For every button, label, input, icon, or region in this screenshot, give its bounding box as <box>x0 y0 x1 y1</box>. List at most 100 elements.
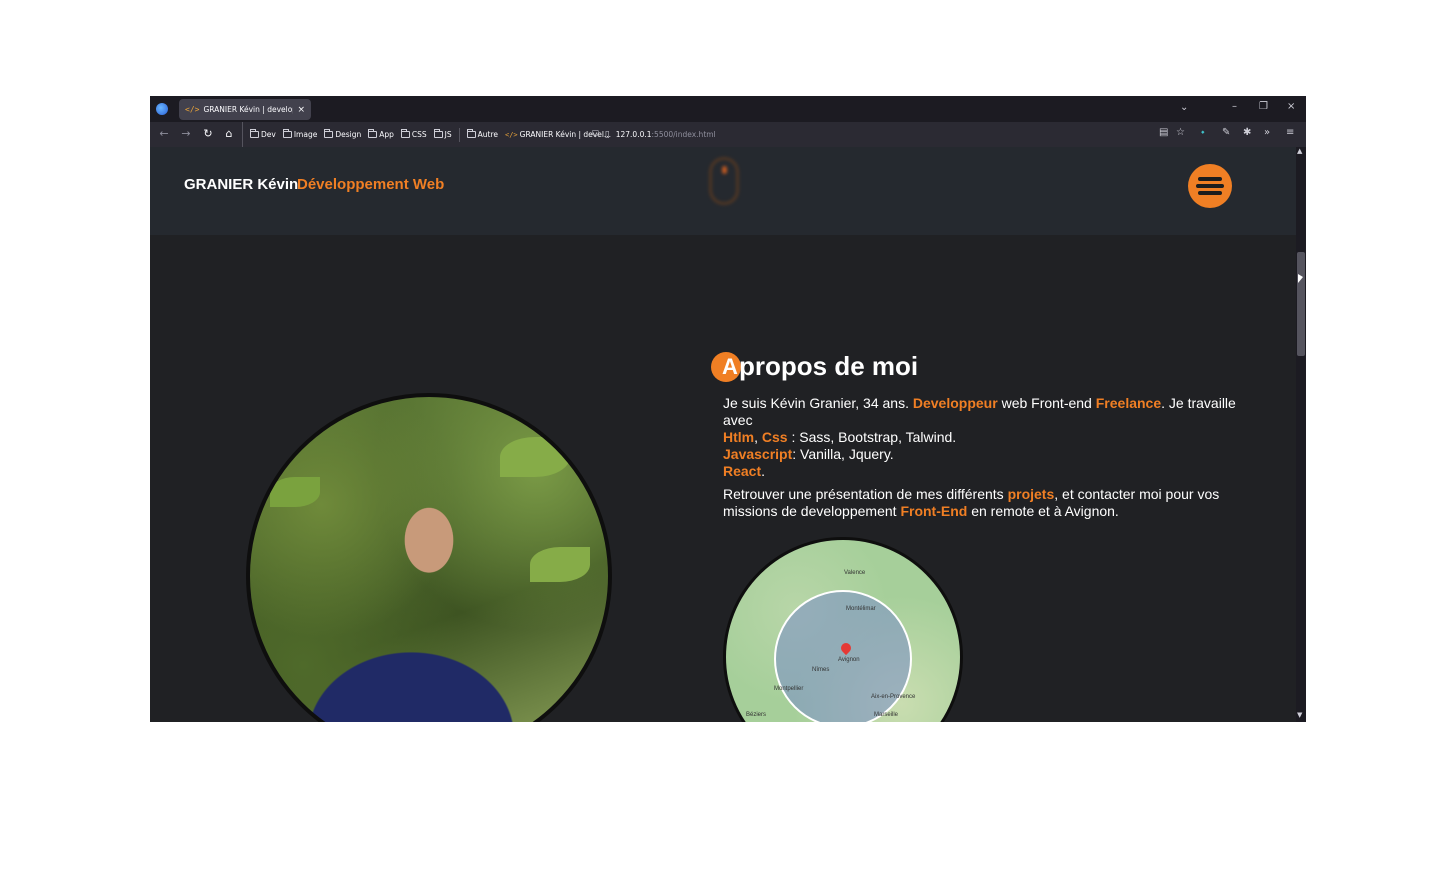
url-bar[interactable]: ⛉ ▯ 127.0.0.1:5500/index.html <box>592 126 1162 143</box>
map-label: Avignon <box>838 657 860 663</box>
close-icon[interactable]: × <box>297 105 305 115</box>
about-text: Je suis Kévin Granier, 34 ans. Developpe… <box>723 395 1238 526</box>
map-label: Aix-en-Provence <box>871 694 916 700</box>
back-icon[interactable]: ← <box>157 127 171 140</box>
pen-icon[interactable]: ✎ <box>1222 127 1230 138</box>
menu-icon[interactable]: ≡ <box>1286 127 1294 138</box>
chevron-down-icon[interactable]: ⌄ <box>1180 102 1188 113</box>
page-content: GRANIER Kévin Développement Web A propos… <box>150 147 1296 722</box>
site-header: GRANIER Kévin Développement Web <box>150 147 1296 235</box>
home-icon[interactable]: ⌂ <box>222 127 236 140</box>
scrollbar[interactable]: ▲ ▼ <box>1296 147 1306 722</box>
highlight: Developpeur <box>912 395 998 411</box>
navigation-bar: ← → ↻ ⌂ Dev Image Design App CSS JS Autr… <box>150 122 1306 147</box>
code-icon: </> <box>185 105 200 114</box>
window-close-icon[interactable]: × <box>1287 101 1295 112</box>
url-text[interactable]: 127.0.0.1:5500/index.html <box>616 130 716 139</box>
gear-icon[interactable]: ✱ <box>1243 127 1251 138</box>
folder-icon <box>324 129 334 138</box>
menu-bar-icon <box>1198 177 1222 181</box>
about-paragraph-2: Retrouver une présentation de mes différ… <box>723 486 1238 520</box>
text: Retrouver une présentation de mes différ… <box>723 486 1008 502</box>
mouse-cursor <box>1298 274 1303 283</box>
restore-icon[interactable]: ❐ <box>1259 101 1268 112</box>
folder-icon <box>250 129 259 138</box>
about-heading: A propos de moi <box>711 351 918 382</box>
text: web Front-end <box>997 395 1096 411</box>
hamburger-menu-button[interactable] <box>1188 164 1232 208</box>
highlight: Front-End <box>900 503 968 519</box>
map-label: Marseille <box>874 712 899 718</box>
bookmark-separator <box>458 127 460 142</box>
folder-icon <box>368 129 378 138</box>
bookmark-label: App <box>379 130 394 139</box>
menu-bar-icon <box>1196 184 1224 188</box>
profile-photo <box>246 393 612 722</box>
code-icon: </> <box>505 130 518 139</box>
tab-title: GRANIER Kévin | developpeur w <box>203 105 293 114</box>
bookmark-label: Autre <box>477 130 498 139</box>
scroll-down-icon[interactable]: ▼ <box>1297 711 1302 719</box>
map-label: Valence <box>844 570 866 576</box>
scroll-thumb[interactable] <box>1297 252 1305 356</box>
text: en remote et à Avignon. <box>967 503 1119 519</box>
reader-view-icon[interactable]: ▤ <box>1159 127 1168 138</box>
text: Je suis Kévin Granier, 34 ans. <box>723 395 913 411</box>
leaf-decoration <box>500 437 570 477</box>
bookmark-label: Image <box>293 130 318 139</box>
highlight: Htlm <box>723 429 755 445</box>
scroll-up-icon[interactable]: ▲ <box>1297 147 1302 155</box>
bookmark-label: CSS <box>411 130 427 139</box>
highlight: Freelance <box>1095 395 1162 411</box>
bookmark-label: Dev <box>261 130 276 139</box>
brand-subtitle: Développement Web <box>297 176 445 193</box>
url-path: :5500/index.html <box>651 130 716 139</box>
tab-active[interactable]: </> GRANIER Kévin | developpeur w × <box>179 99 311 120</box>
brand-name[interactable]: GRANIER Kévin <box>184 176 298 193</box>
bookmark-js[interactable]: JS <box>433 129 452 139</box>
mouse-scroll-icon <box>709 157 739 205</box>
reload-icon[interactable]: ↻ <box>201 127 215 140</box>
star-icon[interactable]: ☆ <box>1176 127 1185 138</box>
map-label: Béziers <box>746 712 767 718</box>
folder-icon <box>466 129 476 138</box>
title-text: propos de moi <box>739 351 919 381</box>
bookmark-image[interactable]: Image <box>282 129 318 139</box>
tab-bar: </> GRANIER Kévin | developpeur w × ⌄ – … <box>150 96 1306 122</box>
bookmark-design[interactable]: Design <box>324 129 362 139</box>
bookmark-dev[interactable]: Dev <box>250 129 276 139</box>
highlight: Javascript <box>723 446 793 462</box>
browser-window: </> GRANIER Kévin | developpeur w × ⌄ – … <box>150 96 1306 722</box>
extension-icon[interactable]: ⬩ <box>1201 127 1205 138</box>
text: : Vanilla, Jquery. <box>792 446 894 462</box>
bookmark-autre[interactable]: Autre <box>466 129 498 139</box>
text: : Sass, Bootstrap, Talwind. <box>787 429 957 445</box>
highlight: React <box>723 463 762 479</box>
menu-bar-icon <box>1198 191 1222 195</box>
overflow-icon[interactable]: » <box>1264 127 1270 138</box>
bookmarks-toolbar: Dev Image Design App CSS JS Autre </> GRA… <box>242 122 611 147</box>
minimize-icon[interactable]: – <box>1232 101 1237 112</box>
highlight: projets <box>1007 486 1055 502</box>
folder-icon <box>400 129 410 138</box>
shield-icon[interactable]: ⛉ <box>592 130 599 140</box>
about-paragraph-1: Je suis Kévin Granier, 34 ans. Developpe… <box>723 395 1238 480</box>
location-map: Valence Montélimar Avignon Nîmes Montpel… <box>723 537 963 722</box>
text: . <box>761 463 766 479</box>
leaf-decoration <box>530 547 590 582</box>
forward-icon[interactable]: → <box>179 127 193 140</box>
map-label: Montpellier <box>774 686 804 692</box>
page-icon[interactable]: ▯ <box>605 130 610 140</box>
bookmark-css[interactable]: CSS <box>400 129 427 139</box>
bookmark-app[interactable]: App <box>368 129 394 139</box>
title-initial: A <box>711 351 741 382</box>
url-host: 127.0.0.1 <box>615 130 652 139</box>
bookmark-label: JS <box>444 130 452 139</box>
folder-icon <box>433 129 443 138</box>
bookmark-label: Design <box>335 130 362 139</box>
map-area-circle <box>774 590 912 722</box>
firefox-icon[interactable] <box>156 103 168 115</box>
text: , <box>754 429 762 445</box>
map-label: Montélimar <box>846 606 876 612</box>
leaf-decoration <box>270 477 320 507</box>
